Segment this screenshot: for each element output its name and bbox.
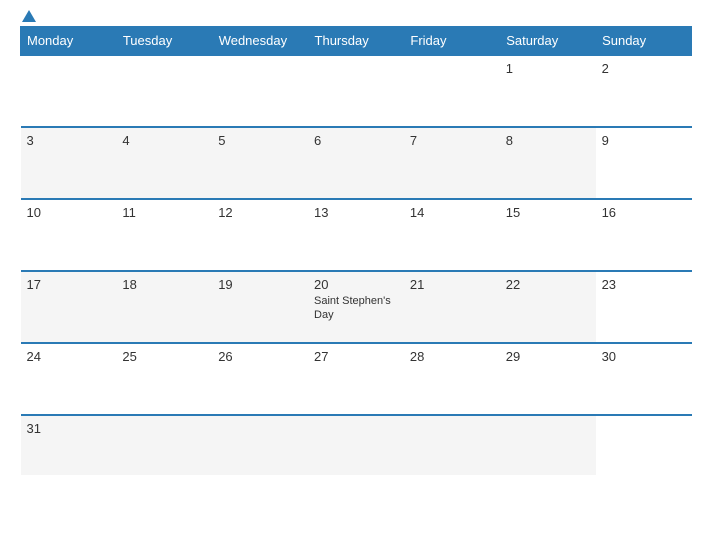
day-number: 8 bbox=[506, 133, 590, 148]
day-number: 3 bbox=[27, 133, 111, 148]
calendar-cell: 26 bbox=[212, 343, 308, 415]
calendar-cell: 25 bbox=[116, 343, 212, 415]
day-number: 4 bbox=[122, 133, 206, 148]
day-number: 14 bbox=[410, 205, 494, 220]
calendar-cell bbox=[500, 415, 596, 475]
week-row-5: 24 25 26 27 28 29 30 bbox=[21, 343, 692, 415]
calendar-cell: 14 bbox=[404, 199, 500, 271]
calendar-cell: 24 bbox=[21, 343, 117, 415]
calendar-cell: 1 bbox=[500, 55, 596, 127]
calendar-table: MondayTuesdayWednesdayThursdayFridaySatu… bbox=[20, 26, 692, 475]
calendar-cell: 2 bbox=[596, 55, 692, 127]
calendar-cell: 8 bbox=[500, 127, 596, 199]
calendar-cell: 3 bbox=[21, 127, 117, 199]
week-row-2: 3456789 bbox=[21, 127, 692, 199]
day-number: 24 bbox=[27, 349, 111, 364]
calendar-cell: 10 bbox=[21, 199, 117, 271]
day-number: 25 bbox=[122, 349, 206, 364]
calendar-cell: 9 bbox=[596, 127, 692, 199]
calendar-cell bbox=[116, 415, 212, 475]
day-number: 12 bbox=[218, 205, 302, 220]
calendar-cell: 30 bbox=[596, 343, 692, 415]
calendar-cell bbox=[308, 415, 404, 475]
calendar-cell: 11 bbox=[116, 199, 212, 271]
day-number: 16 bbox=[602, 205, 686, 220]
day-number: 28 bbox=[410, 349, 494, 364]
day-number: 5 bbox=[218, 133, 302, 148]
calendar-cell: 18 bbox=[116, 271, 212, 343]
calendar-cell bbox=[404, 55, 500, 127]
logo-triangle-icon bbox=[22, 10, 36, 22]
calendar-cell bbox=[596, 415, 692, 475]
day-number: 9 bbox=[602, 133, 686, 148]
day-number: 15 bbox=[506, 205, 590, 220]
calendar-cell bbox=[308, 55, 404, 127]
calendar-cell: 4 bbox=[116, 127, 212, 199]
calendar-cell bbox=[116, 55, 212, 127]
day-number: 2 bbox=[602, 61, 686, 76]
day-number: 11 bbox=[122, 205, 206, 220]
calendar-cell bbox=[21, 55, 117, 127]
calendar-cell: 5 bbox=[212, 127, 308, 199]
calendar-cell: 22 bbox=[500, 271, 596, 343]
day-number: 26 bbox=[218, 349, 302, 364]
day-number: 7 bbox=[410, 133, 494, 148]
day-number: 20 bbox=[314, 277, 398, 292]
calendar-container: MondayTuesdayWednesdayThursdayFridaySatu… bbox=[0, 0, 712, 550]
day-number: 10 bbox=[27, 205, 111, 220]
day-number: 6 bbox=[314, 133, 398, 148]
calendar-header bbox=[20, 10, 692, 18]
calendar-cell: 19 bbox=[212, 271, 308, 343]
calendar-cell: 28 bbox=[404, 343, 500, 415]
calendar-cell bbox=[212, 55, 308, 127]
days-header-row: MondayTuesdayWednesdayThursdayFridaySatu… bbox=[21, 27, 692, 56]
day-number: 29 bbox=[506, 349, 590, 364]
week-row-1: 12 bbox=[21, 55, 692, 127]
day-number: 27 bbox=[314, 349, 398, 364]
calendar-cell: 16 bbox=[596, 199, 692, 271]
calendar-cell: 20 Saint Stephen's Day bbox=[308, 271, 404, 343]
day-number: 1 bbox=[506, 61, 590, 76]
day-header-saturday: Saturday bbox=[500, 27, 596, 56]
calendar-cell: 29 bbox=[500, 343, 596, 415]
calendar-cell: 31 bbox=[21, 415, 117, 475]
day-number: 19 bbox=[218, 277, 302, 292]
day-number: 17 bbox=[27, 277, 111, 292]
day-header-friday: Friday bbox=[404, 27, 500, 56]
day-number: 18 bbox=[122, 277, 206, 292]
day-header-monday: Monday bbox=[21, 27, 117, 56]
event-label: Saint Stephen's Day bbox=[314, 294, 398, 323]
calendar-cell: 6 bbox=[308, 127, 404, 199]
calendar-cell: 27 bbox=[308, 343, 404, 415]
day-number: 31 bbox=[27, 421, 111, 436]
calendar-cell: 12 bbox=[212, 199, 308, 271]
week-row-3: 10 11 12 13 14 15 16 bbox=[21, 199, 692, 271]
day-number: 23 bbox=[602, 277, 686, 292]
calendar-cell: 23 bbox=[596, 271, 692, 343]
logo bbox=[20, 10, 36, 22]
calendar-cell: 7 bbox=[404, 127, 500, 199]
day-number: 13 bbox=[314, 205, 398, 220]
calendar-cell: 15 bbox=[500, 199, 596, 271]
day-header-wednesday: Wednesday bbox=[212, 27, 308, 56]
calendar-cell bbox=[212, 415, 308, 475]
week-row-6: 31 bbox=[21, 415, 692, 475]
day-number: 30 bbox=[602, 349, 686, 364]
day-number: 22 bbox=[506, 277, 590, 292]
day-header-tuesday: Tuesday bbox=[116, 27, 212, 56]
day-header-thursday: Thursday bbox=[308, 27, 404, 56]
calendar-cell: 13 bbox=[308, 199, 404, 271]
day-number: 21 bbox=[410, 277, 494, 292]
week-row-4: 17 18 19 20 Saint Stephen's Day 21 22 23 bbox=[21, 271, 692, 343]
calendar-cell: 21 bbox=[404, 271, 500, 343]
day-header-sunday: Sunday bbox=[596, 27, 692, 56]
calendar-cell: 17 bbox=[21, 271, 117, 343]
calendar-cell bbox=[404, 415, 500, 475]
